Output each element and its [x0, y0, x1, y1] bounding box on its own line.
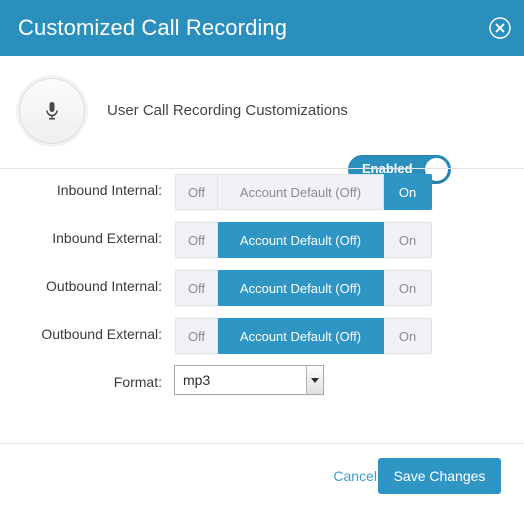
close-circle-icon[interactable]	[489, 17, 511, 39]
label-outbound-internal: Outbound Internal:	[46, 278, 162, 294]
chevron-down-icon[interactable]	[306, 366, 323, 394]
option-inbound-external-off[interactable]: Off	[175, 222, 218, 258]
page-title: Customized Call Recording	[18, 15, 288, 40]
label-inbound-internal: Inbound Internal:	[56, 182, 162, 198]
option-outbound-external-account-default[interactable]: Account Default (Off)	[218, 318, 384, 354]
option-outbound-internal-on[interactable]: On	[384, 270, 432, 306]
form-row-inbound-internal: Inbound Internal: Off Account Default (O…	[0, 168, 524, 216]
format-select[interactable]: mp3	[174, 365, 324, 395]
option-outbound-internal-off[interactable]: Off	[175, 270, 218, 306]
recording-summary-section: User Call Recording Customizations Enabl…	[0, 56, 524, 184]
button-group-outbound-internal: Off Account Default (Off) On	[175, 270, 432, 306]
option-outbound-internal-account-default[interactable]: Account Default (Off)	[218, 270, 384, 306]
button-group-inbound-external: Off Account Default (Off) On	[175, 222, 432, 258]
form-row-outbound-internal: Outbound Internal: Off Account Default (…	[0, 264, 524, 312]
button-group-inbound-internal: Off Account Default (Off) On	[175, 174, 432, 210]
dialog-header: Customized Call Recording	[0, 0, 524, 56]
option-inbound-internal-off[interactable]: Off	[175, 174, 218, 210]
customized-call-recording-dialog: Customized Call Recording User Call Reco…	[0, 0, 524, 507]
dialog-footer: Cancel Save Changes	[0, 444, 524, 507]
format-select-wrapper: mp3	[174, 365, 324, 395]
button-group-outbound-external: Off Account Default (Off) On	[175, 318, 432, 354]
microphone-icon	[20, 79, 84, 143]
option-inbound-internal-on[interactable]: On	[384, 174, 432, 210]
option-outbound-external-on[interactable]: On	[384, 318, 432, 354]
save-changes-button[interactable]: Save Changes	[378, 458, 501, 494]
form-row-outbound-external: Outbound External: Off Account Default (…	[0, 312, 524, 360]
avatar	[19, 78, 85, 144]
recording-options-form: Inbound Internal: Off Account Default (O…	[0, 168, 524, 408]
form-row-inbound-external: Inbound External: Off Account Default (O…	[0, 216, 524, 264]
label-format: Format:	[113, 374, 162, 390]
option-inbound-external-account-default[interactable]: Account Default (Off)	[218, 222, 384, 258]
form-row-format: Format: mp3	[0, 360, 524, 408]
label-outbound-external: Outbound External:	[41, 326, 162, 342]
option-inbound-internal-account-default[interactable]: Account Default (Off)	[218, 174, 384, 210]
option-outbound-external-off[interactable]: Off	[175, 318, 218, 354]
option-inbound-external-on[interactable]: On	[384, 222, 432, 258]
recording-customizations-label: User Call Recording Customizations	[107, 102, 348, 119]
cancel-button[interactable]: Cancel	[333, 468, 377, 484]
format-select-value: mp3	[183, 372, 211, 388]
label-inbound-external: Inbound External:	[52, 230, 162, 246]
